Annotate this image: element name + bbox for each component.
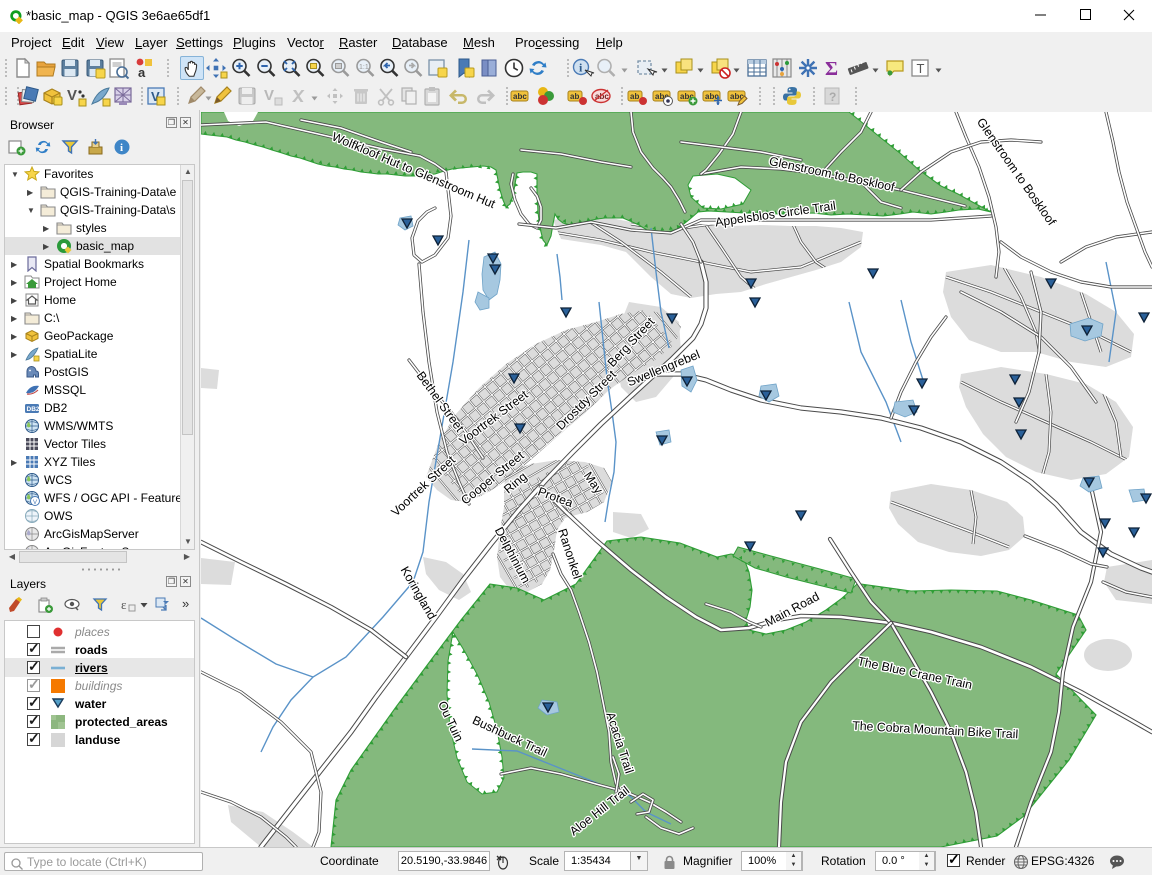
- svg-text:abc: abc: [513, 92, 527, 101]
- svg-text:ε: ε: [121, 597, 127, 612]
- svg-text:abc: abc: [705, 92, 719, 101]
- svg-text:a: a: [138, 65, 146, 80]
- svg-text:Σ: Σ: [825, 58, 838, 80]
- svg-text:ab: ab: [630, 92, 639, 101]
- svg-text:abc: abc: [595, 92, 609, 101]
- svg-text:V: V: [67, 87, 77, 104]
- svg-text:V: V: [264, 87, 274, 104]
- svg-text:DB2: DB2: [27, 406, 40, 413]
- svg-text:i: i: [120, 142, 123, 154]
- svg-text:V: V: [33, 500, 37, 506]
- svg-text:?: ?: [829, 90, 836, 104]
- svg-text:1:1: 1:1: [359, 64, 369, 71]
- svg-text:T: T: [917, 61, 925, 76]
- svg-text:ab: ab: [570, 92, 579, 101]
